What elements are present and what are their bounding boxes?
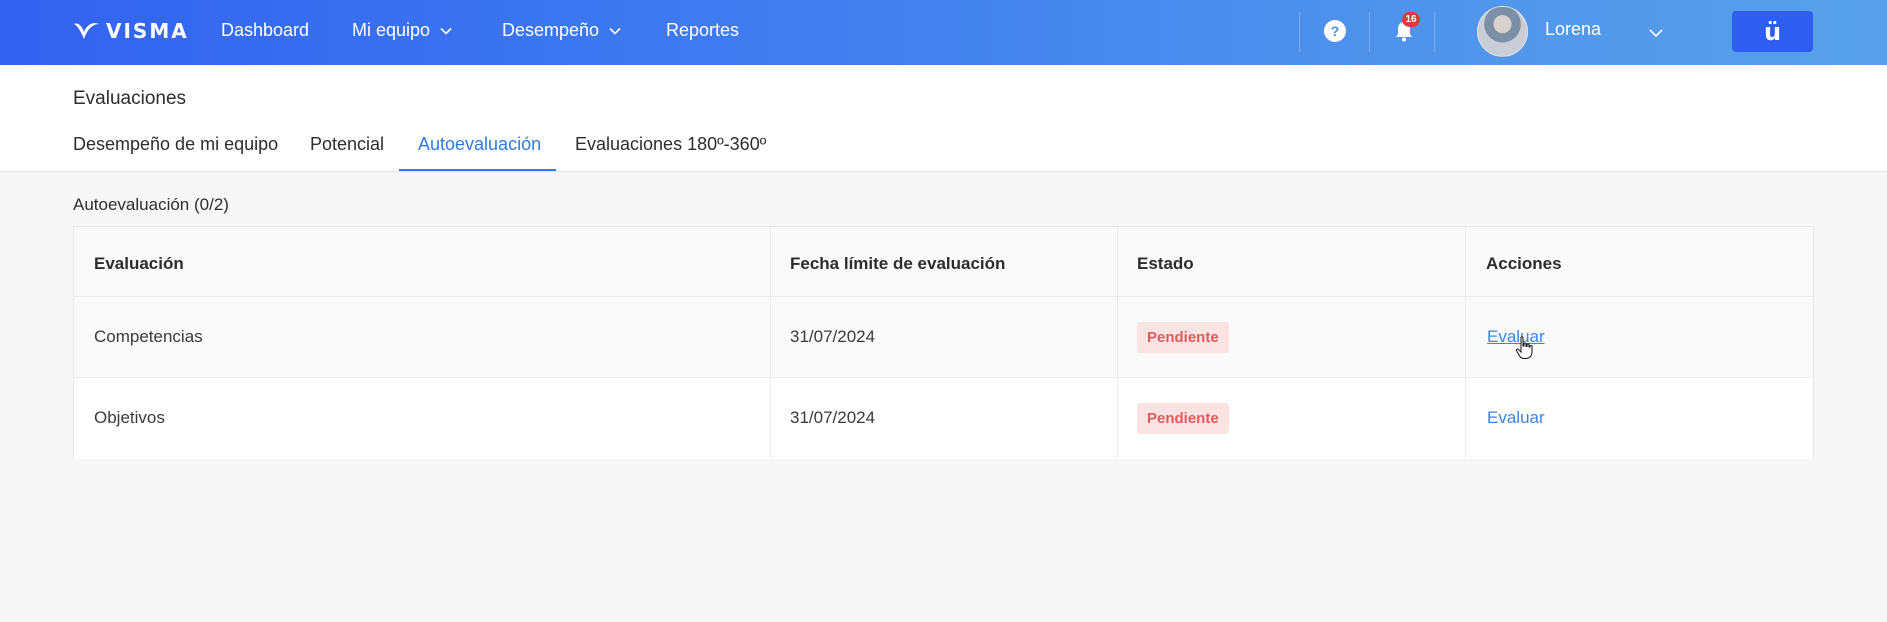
page-header: Evaluaciones Desempeño de mi equipo Pote… xyxy=(0,65,1887,172)
visma-swoosh-icon xyxy=(74,23,99,39)
tab-autoevaluacion[interactable]: Autoevaluación xyxy=(418,134,541,155)
tab-desempeno-mi-equipo[interactable]: Desempeño de mi equipo xyxy=(73,134,278,155)
chevron-down-icon xyxy=(609,27,621,35)
navbar-divider xyxy=(1369,12,1370,52)
cell-evaluacion: Objetivos xyxy=(94,408,165,427)
notification-count-badge: 16 xyxy=(1402,12,1420,27)
cell-evaluacion: Competencias xyxy=(94,327,203,346)
column-header: Acciones xyxy=(1486,254,1562,273)
evaluations-table: Evaluación Fecha límite de evaluación Es… xyxy=(73,226,1814,459)
column-divider xyxy=(1465,227,1466,458)
status-badge: Pendiente xyxy=(1137,403,1229,434)
evaluar-link[interactable]: Evaluar xyxy=(1487,408,1545,428)
page-title: Evaluaciones xyxy=(73,88,187,109)
cell-fecha: 31/07/2024 xyxy=(790,408,876,427)
table-header-row: Evaluación Fecha límite de evaluación Es… xyxy=(74,227,1813,297)
navbar-divider xyxy=(1299,12,1300,52)
chevron-down-icon xyxy=(440,27,452,35)
tab-evaluaciones-180-360[interactable]: Evaluaciones 180º-360º xyxy=(575,134,766,155)
chevron-down-icon[interactable] xyxy=(1649,26,1663,40)
column-header: Evaluación xyxy=(94,254,184,273)
table-row: Competencias 31/07/2024 Pendiente Evalua… xyxy=(74,297,1813,378)
brand-name: VISMA xyxy=(106,19,189,43)
nav-reportes[interactable]: Reportes xyxy=(666,20,739,41)
nav-mi-equipo-label: Mi equipo xyxy=(352,20,431,40)
column-divider xyxy=(770,227,771,458)
column-header: Estado xyxy=(1137,254,1194,273)
help-icon[interactable]: ? xyxy=(1324,20,1346,42)
navbar-divider xyxy=(1434,12,1435,52)
nav-dashboard-label: Dashboard xyxy=(221,20,310,40)
top-navbar: VISMA Dashboard Mi equipo Desempeño Repo… xyxy=(0,0,1887,65)
section-title: Autoevaluación (0/2) xyxy=(73,195,229,214)
cell-fecha: 31/07/2024 xyxy=(790,327,876,346)
table-row: Objetivos 31/07/2024 Pendiente Evaluar xyxy=(74,378,1813,459)
nav-dashboard[interactable]: Dashboard xyxy=(221,20,309,41)
hand-cursor-icon xyxy=(1515,336,1533,359)
app-launcher-button[interactable]: ü xyxy=(1732,11,1813,52)
column-divider xyxy=(1117,227,1118,458)
app-launcher-icon: ü xyxy=(1763,17,1782,46)
column-header: Fecha límite de evaluación xyxy=(790,254,1006,273)
tab-potencial[interactable]: Potencial xyxy=(310,134,384,155)
nav-reportes-label: Reportes xyxy=(666,20,740,40)
visma-logo[interactable]: VISMA xyxy=(72,19,189,43)
nav-mi-equipo[interactable]: Mi equipo xyxy=(352,20,452,41)
user-avatar[interactable] xyxy=(1477,6,1528,57)
user-name[interactable]: Lorena xyxy=(1545,19,1601,40)
status-badge: Pendiente xyxy=(1137,322,1229,353)
nav-desempeno-label: Desempeño xyxy=(502,20,600,40)
nav-desempeno[interactable]: Desempeño xyxy=(502,20,621,41)
active-tab-indicator xyxy=(399,169,556,171)
